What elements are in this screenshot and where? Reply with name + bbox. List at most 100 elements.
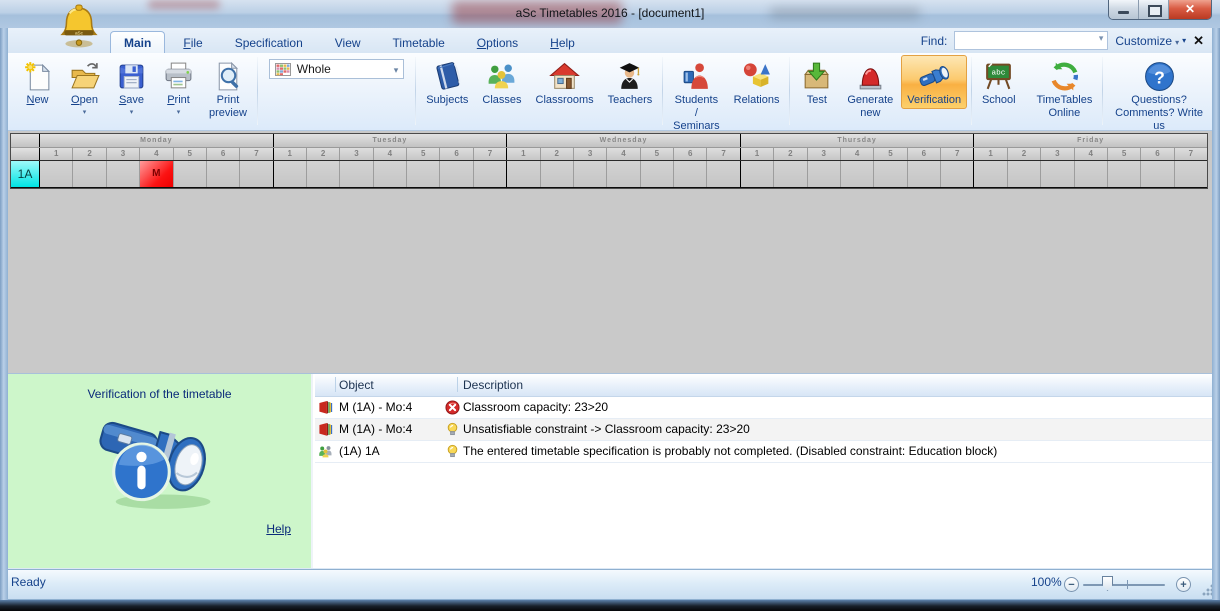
button-label: Questions?Comments? Write us <box>1113 94 1205 133</box>
new-button[interactable]: New <box>15 55 60 109</box>
customize-button[interactable]: Customize <box>1115 34 1186 48</box>
class-row-label[interactable]: 1A <box>11 161 40 187</box>
zoom-slider-track[interactable] <box>1083 584 1165 586</box>
timetable-cell[interactable] <box>607 161 640 187</box>
svg-text:?: ? <box>1154 67 1165 87</box>
zoom-in-button[interactable] <box>1176 577 1191 592</box>
timetable-cell[interactable] <box>741 161 774 187</box>
tab-options[interactable]: Options <box>463 31 532 53</box>
timetable-cell[interactable] <box>1108 161 1141 187</box>
minimize-button[interactable] <box>1109 0 1139 19</box>
classrooms-button[interactable]: Classrooms <box>530 55 600 109</box>
ribbon-toolbar: New Open Save PrintPrintpreview Whole Subject… <box>8 53 1212 131</box>
lesson-card[interactable]: M <box>140 161 173 187</box>
timetable-cell[interactable] <box>240 161 272 187</box>
timetable-cell[interactable] <box>407 161 440 187</box>
timetable-cell[interactable] <box>507 161 540 187</box>
timetable-cell[interactable] <box>841 161 874 187</box>
view-mode-select[interactable]: Whole <box>269 59 405 79</box>
zoom-slider-thumb[interactable] <box>1102 576 1113 591</box>
help-link[interactable]: Help <box>266 522 291 536</box>
timetable-cell[interactable] <box>1075 161 1108 187</box>
timetable-cell[interactable] <box>40 161 73 187</box>
timetable-cell[interactable] <box>174 161 207 187</box>
timetable-cell[interactable] <box>774 161 807 187</box>
find-input[interactable] <box>954 31 1108 50</box>
button-label: New <box>26 94 48 107</box>
maximize-button[interactable] <box>1139 0 1169 19</box>
button-label: Students /Seminars <box>673 94 719 133</box>
period-header: 3 <box>574 148 607 160</box>
app-window: aSc Timetables 2016 - [document1] aSc Ma… <box>0 0 1220 611</box>
result-row[interactable]: M (1A) - Mo:4Unsatisfiable constraint ->… <box>315 419 1212 441</box>
tab-file[interactable]: File <box>169 31 216 53</box>
app-menu-bell-button[interactable]: aSc <box>56 4 102 48</box>
classes-button[interactable]: Classes <box>476 55 527 109</box>
timetable-cell[interactable] <box>908 161 941 187</box>
period-block: 1234567 <box>741 148 975 160</box>
timetable-cell[interactable] <box>307 161 340 187</box>
timetable-cell[interactable] <box>440 161 473 187</box>
timetable-cell[interactable] <box>1041 161 1074 187</box>
timetable-cell[interactable] <box>73 161 106 187</box>
test-button[interactable]: Test <box>794 55 839 109</box>
generate-new-button[interactable]: Generatenew <box>841 55 899 122</box>
period-header-row: 12345671234567123456712345671234567 <box>11 147 1207 160</box>
open-button[interactable]: Open <box>62 55 107 116</box>
print-button[interactable]: Print <box>156 55 201 116</box>
button-label: Generatenew <box>847 94 893 120</box>
toolbar-close-icon[interactable] <box>1193 33 1204 49</box>
timetable-cell[interactable] <box>207 161 240 187</box>
timetable-cell[interactable] <box>474 161 506 187</box>
timetable-cell[interactable] <box>874 161 907 187</box>
timetable-cell[interactable] <box>641 161 674 187</box>
minimize-icon <box>1118 11 1129 14</box>
zoom-out-button[interactable] <box>1064 577 1079 592</box>
verification-button[interactable]: Verification <box>901 55 967 109</box>
period-header: 1 <box>741 148 774 160</box>
questions-button[interactable]: ? Questions?Comments? Write us <box>1107 55 1211 135</box>
timetable-cell[interactable] <box>941 161 973 187</box>
lesson-card-icon <box>318 422 333 437</box>
timetable-cell[interactable] <box>1008 161 1041 187</box>
button-label: Save <box>119 94 144 107</box>
find-bar: Find: Customize <box>921 31 1204 50</box>
timetable-cell[interactable] <box>707 161 739 187</box>
day-header-thursday: Thursday <box>741 134 975 147</box>
timetable-cell[interactable] <box>808 161 841 187</box>
subjects-button[interactable]: Subjects <box>420 55 474 109</box>
column-header-object: Object <box>339 378 374 392</box>
window-border-right <box>1212 28 1220 601</box>
period-header: 2 <box>73 148 106 160</box>
save-icon <box>115 59 148 93</box>
timetable-cell[interactable] <box>374 161 407 187</box>
timetable-cell[interactable] <box>1141 161 1174 187</box>
students-seminars-button[interactable]: Students /Seminars <box>667 55 725 135</box>
tab-view[interactable]: View <box>321 31 375 53</box>
tab-timetable[interactable]: Timetable <box>379 31 459 53</box>
school-button[interactable]: abcSchool <box>976 55 1022 109</box>
timetables-online-button[interactable]: TimeTablesOnline <box>1030 55 1098 122</box>
close-button[interactable] <box>1169 0 1211 19</box>
result-row[interactable]: M (1A) - Mo:4Classroom capacity: 23>20 <box>315 397 1212 419</box>
result-row[interactable]: (1A) 1AThe entered timetable specificati… <box>315 441 1212 463</box>
timetable-cell[interactable] <box>107 161 140 187</box>
save-button[interactable]: Save <box>109 55 154 116</box>
timetable-cell[interactable] <box>574 161 607 187</box>
teachers-button[interactable]: Teachers <box>602 55 659 109</box>
timetable-cell[interactable] <box>274 161 307 187</box>
print-preview-button[interactable]: Printpreview <box>203 55 253 122</box>
zoom-slider-tick <box>1127 580 1128 589</box>
relations-button[interactable]: Relations <box>728 55 786 109</box>
timetable-cell[interactable] <box>541 161 574 187</box>
tab-main[interactable]: Main <box>110 31 165 53</box>
period-block: 1234567 <box>40 148 274 160</box>
tab-bar: MainFileSpecificationViewTimetableOption… <box>110 31 589 53</box>
timetable-cell[interactable] <box>674 161 707 187</box>
verification-pane: Verification of the timetable <box>8 373 1212 568</box>
timetable-cell[interactable] <box>1175 161 1207 187</box>
timetable-cell[interactable] <box>974 161 1007 187</box>
timetable-cell[interactable] <box>340 161 373 187</box>
tab-help[interactable]: Help <box>536 31 589 53</box>
tab-specification[interactable]: Specification <box>221 31 317 53</box>
